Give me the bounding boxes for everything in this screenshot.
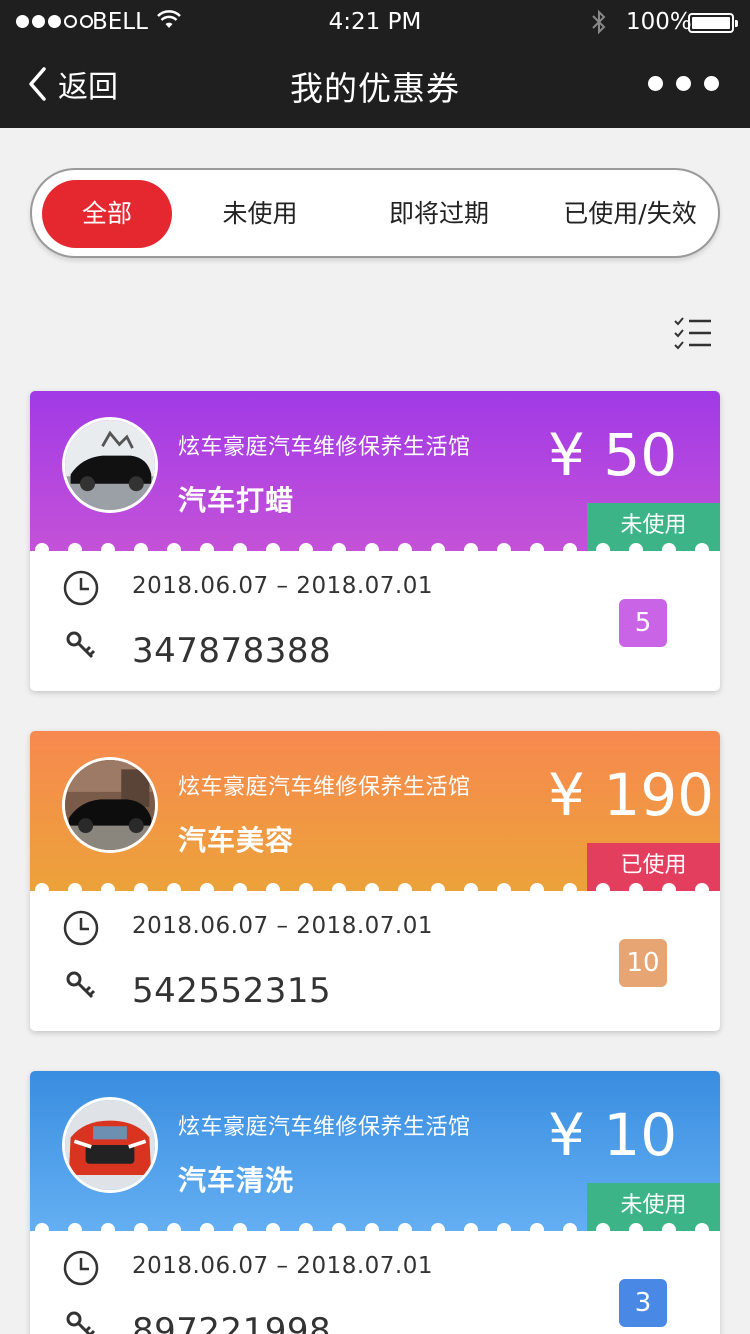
shop-name: 炫车豪庭汽车维修保养生活馆 (178, 435, 471, 460)
more-dot (676, 76, 691, 91)
count-badge: 5 (619, 599, 667, 647)
tab-used-expired[interactable]: 已使用/失效 (548, 180, 712, 248)
shop-avatar (62, 757, 158, 853)
count-badge: 10 (619, 939, 667, 987)
tab-expiring[interactable]: 即将过期 (364, 180, 514, 248)
coupon-details: 2018.06.07 – 2018.07.01 542552315 10 (30, 891, 720, 1031)
shop-avatar (62, 1097, 158, 1193)
coupon-header: 炫车豪庭汽车维修保养生活馆 汽车打蜡 ¥ 50 未使用 (30, 391, 720, 555)
more-menu-button[interactable] (648, 76, 719, 91)
status-bar: BELL 4:21 PM 100% (0, 0, 750, 44)
service-name: 汽车打蜡 (178, 484, 295, 517)
top-bar: BELL 4:21 PM 100% 返回 我的优惠券 (0, 0, 750, 128)
validity-dates: 2018.06.07 – 2018.07.01 (132, 573, 433, 599)
filter-tabs: 全部 未使用 即将过期 已使用/失效 (30, 168, 720, 258)
service-name: 汽车美容 (178, 824, 295, 857)
coupon-code: 347878388 (132, 631, 332, 671)
clock-icon (63, 1250, 99, 1286)
shop-name: 炫车豪庭汽车维修保养生活馆 (178, 1115, 471, 1140)
service-name: 汽车清洗 (178, 1164, 295, 1197)
key-icon (66, 631, 96, 659)
count-badge: 3 (619, 1279, 667, 1327)
more-dot (648, 76, 663, 91)
shop-name: 炫车豪庭汽车维修保养生活馆 (178, 775, 471, 800)
battery-icon (688, 13, 738, 33)
key-icon (66, 971, 96, 999)
battery-percent: 100% (626, 9, 692, 35)
tab-unused[interactable]: 未使用 (190, 180, 330, 248)
coupon-code: 542552315 (132, 971, 332, 1011)
bluetooth-icon (592, 9, 606, 35)
coupon-price: ¥ 50 (548, 421, 678, 489)
coupon-price: ¥ 190 (548, 761, 715, 829)
checklist-icon[interactable] (673, 316, 713, 352)
clock-icon (63, 570, 99, 606)
coupon-details: 2018.06.07 – 2018.07.01 897221998 3 (30, 1231, 720, 1334)
coupon-card[interactable]: 炫车豪庭汽车维修保养生活馆 汽车打蜡 ¥ 50 未使用 2018.06.07 –… (30, 391, 720, 691)
page-title: 我的优惠券 (290, 69, 460, 108)
shop-avatar (62, 417, 158, 513)
coupon-header: 炫车豪庭汽车维修保养生活馆 汽车美容 ¥ 190 已使用 (30, 731, 720, 895)
coupon-card[interactable]: 炫车豪庭汽车维修保养生活馆 汽车清洗 ¥ 10 未使用 2018.06.07 –… (30, 1071, 720, 1334)
coupon-card[interactable]: 炫车豪庭汽车维修保养生活馆 汽车美容 ¥ 190 已使用 2018.06.07 … (30, 731, 720, 1031)
key-icon (66, 1311, 96, 1334)
validity-dates: 2018.06.07 – 2018.07.01 (132, 1253, 433, 1279)
clock-icon (63, 910, 99, 946)
coupon-header: 炫车豪庭汽车维修保养生活馆 汽车清洗 ¥ 10 未使用 (30, 1071, 720, 1235)
coupon-code: 897221998 (132, 1311, 332, 1334)
more-dot (704, 76, 719, 91)
coupon-details: 2018.06.07 – 2018.07.01 347878388 5 (30, 551, 720, 691)
tab-all[interactable]: 全部 (42, 180, 172, 248)
coupon-price: ¥ 10 (548, 1101, 678, 1169)
validity-dates: 2018.06.07 – 2018.07.01 (132, 913, 433, 939)
